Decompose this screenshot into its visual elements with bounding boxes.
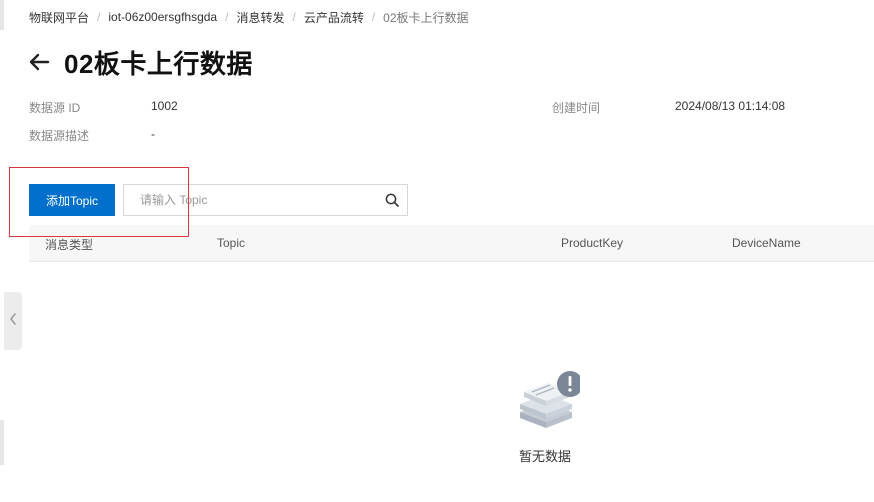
created-time-value: 2024/08/13 01:14:08 <box>675 99 786 113</box>
arrow-left-icon[interactable] <box>28 51 50 73</box>
empty-state: 暂无数据 <box>503 368 587 464</box>
breadcrumb-item-current: 02板卡上行数据 <box>383 10 469 25</box>
page-title: 02板卡上行数据 <box>64 48 253 79</box>
breadcrumb-item-iot-platform[interactable]: 物联网平台 <box>29 9 89 26</box>
search-icon[interactable] <box>377 185 407 215</box>
created-time-label: 创建时间 <box>552 101 601 115</box>
empty-state-text: 暂无数据 <box>518 449 571 464</box>
page-header: 02板卡上行数据 <box>28 44 253 80</box>
breadcrumb-item-cloud-product-flow[interactable]: 云产品流转 <box>304 9 364 26</box>
breadcrumb-item-message-forwarding[interactable]: 消息转发 <box>236 9 284 26</box>
breadcrumb-separator: / <box>371 10 376 24</box>
breadcrumb: 物联网平台 / iot-06z00ersgfhsgda / 消息转发 / 云产品… <box>29 8 469 26</box>
left-edge-strip <box>0 0 4 30</box>
breadcrumb-separator: / <box>292 10 296 24</box>
breadcrumb-separator: / <box>97 10 101 24</box>
chevron-left-icon <box>8 312 18 331</box>
source-description-label: 数据源描述 <box>29 129 90 143</box>
source-description-value: - <box>151 127 155 141</box>
source-id-value: 1002 <box>151 99 178 113</box>
column-header-topic[interactable]: Topic <box>217 236 245 250</box>
source-id-label: 数据源 ID <box>29 101 81 115</box>
breadcrumb-separator: / <box>225 10 229 24</box>
left-edge-strip <box>0 420 4 465</box>
table-header: 消息类型 Topic ProductKey DeviceName <box>29 225 874 262</box>
topic-search-box <box>123 184 408 216</box>
column-header-message-type[interactable]: 消息类型 <box>45 236 93 253</box>
add-topic-button[interactable]: 添加Topic <box>29 184 115 216</box>
breadcrumb-item-instance[interactable]: iot-06z00ersgfhsgda <box>108 10 217 24</box>
column-header-device-name[interactable]: DeviceName <box>732 236 801 250</box>
empty-data-icon <box>510 368 583 432</box>
topic-search-input[interactable] <box>124 185 377 215</box>
column-header-product-key[interactable]: ProductKey <box>561 236 623 250</box>
sidebar-expand-handle[interactable] <box>4 292 22 350</box>
